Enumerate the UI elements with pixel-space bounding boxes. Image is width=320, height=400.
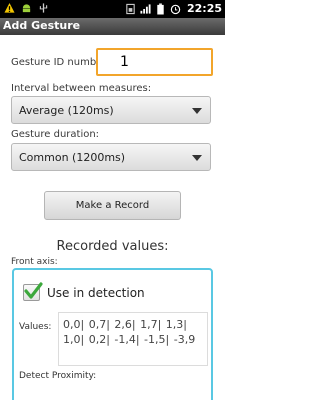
recorded-values-heading: Recorded values: [56,239,169,254]
battery-icon [157,3,164,15]
make-record-button[interactable]: Make a Record [44,191,181,220]
use-in-detection-checkbox[interactable] [23,282,43,301]
page-title: Add Gesture [3,19,81,32]
chevron-down-icon [192,108,202,114]
checkmark-icon [24,282,43,299]
gesture-id-value: 1 [120,54,129,70]
values-text: 0,0| 0,7| 2,6| 1,7| 1,3| 1,0| 0,2| -1,4|… [63,318,196,346]
use-in-detection-label: Use in detection [47,286,145,300]
duration-select[interactable]: Common (1200ms) [11,143,211,171]
status-time: 22:25 [186,2,222,15]
alarm-icon [170,4,181,15]
values-label: Values: [19,322,52,332]
chevron-down-icon [192,155,202,161]
status-bar: 22:25 [0,0,225,18]
front-axis-panel: Use in detection Values: 0,0| 0,7| 2,6| … [12,268,213,400]
interval-selected-value: Average (120ms) [19,104,114,117]
detect-proximity-label: Detect Proximity: [19,371,97,381]
warning-icon [4,2,15,13]
android-icon [22,4,31,13]
gesture-id-input[interactable]: 1 [96,48,213,76]
values-field[interactable]: 0,0| 0,7| 2,6| 1,7| 1,3| 1,0| 0,2| -1,4|… [58,312,208,366]
gesture-id-label: Gesture ID number: [11,57,110,68]
front-axis-label: Front axis: [11,257,58,267]
interval-select[interactable]: Average (120ms) [11,96,211,124]
duration-selected-value: Common (1200ms) [19,151,126,164]
signal-icon [140,4,151,14]
sim-icon [126,3,135,15]
title-bar: Add Gesture [0,18,225,35]
duration-label: Gesture duration: [11,129,100,140]
interval-label: Interval between measures: [11,83,152,94]
usb-icon [39,3,48,13]
